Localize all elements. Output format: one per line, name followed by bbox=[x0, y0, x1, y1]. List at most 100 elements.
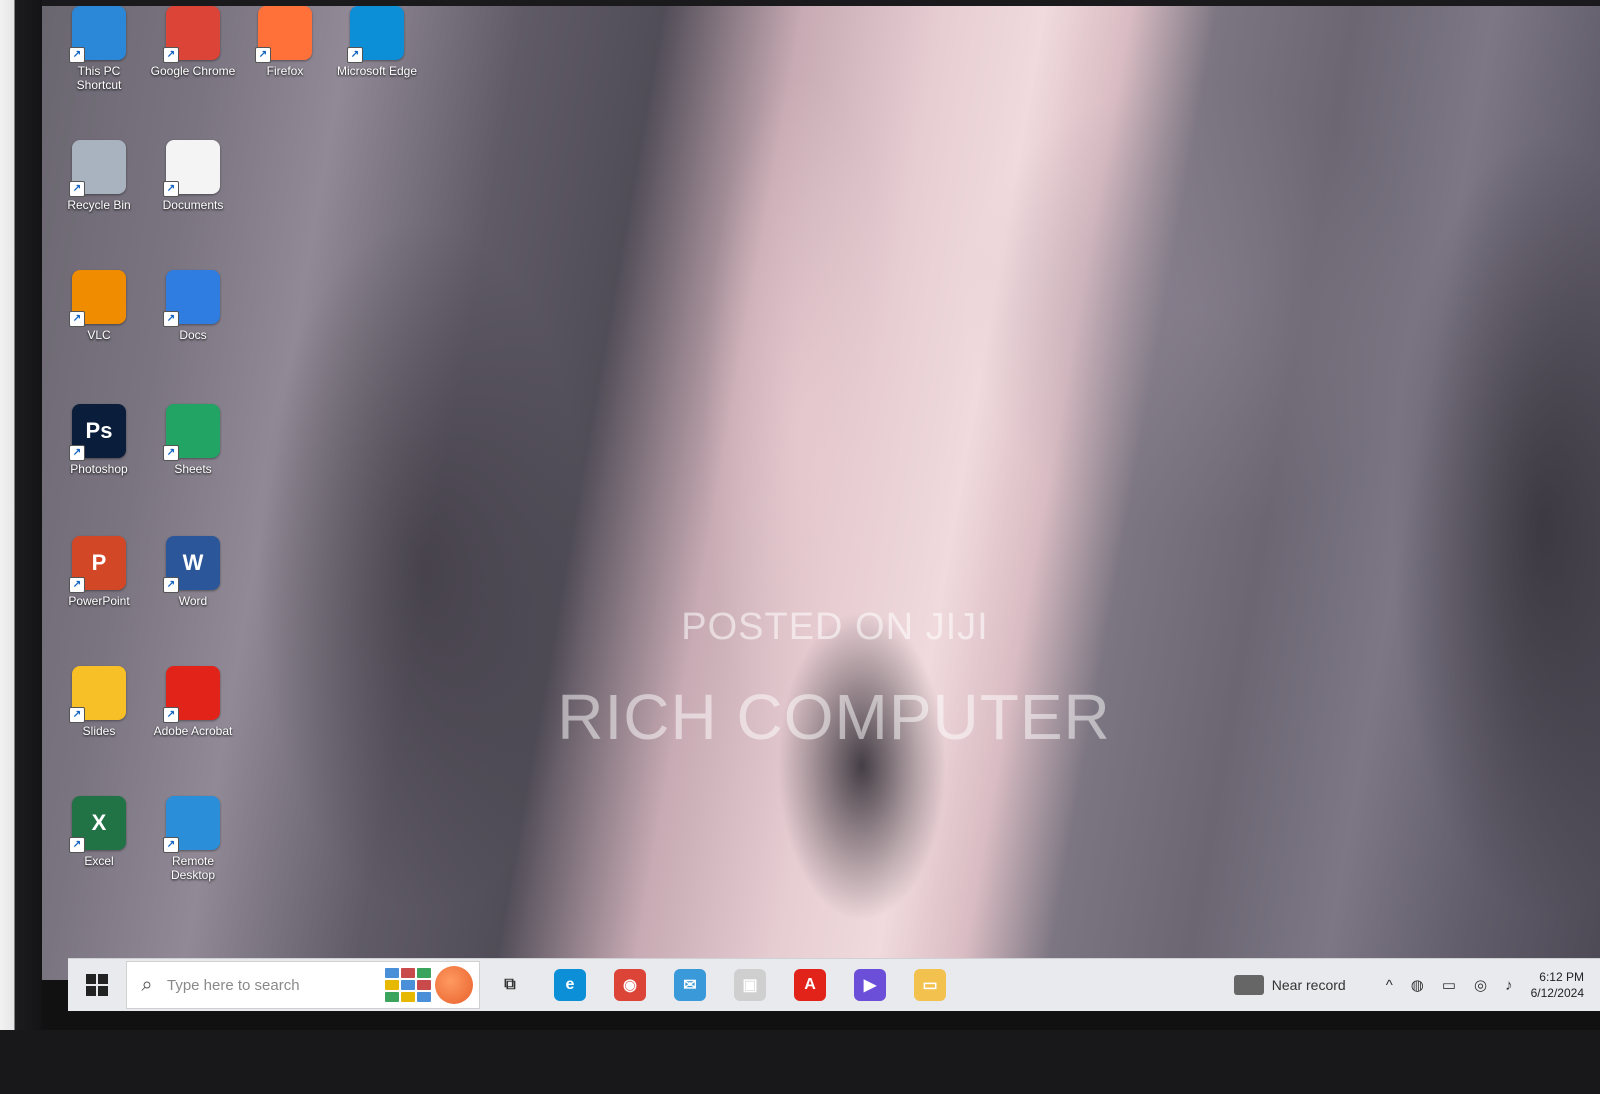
icon-glyph-text: P bbox=[91, 550, 107, 575]
shortcut-arrow-icon: ↗ bbox=[69, 445, 85, 461]
desktop-icon-label: Word bbox=[178, 594, 208, 608]
shortcut-arrow-icon: ↗ bbox=[163, 47, 179, 63]
desktop-icon[interactable]: P ↗ PowerPoint bbox=[56, 536, 142, 654]
desktop-icon[interactable]: ↗ Remote Desktop bbox=[150, 796, 236, 914]
wallpaper-shading bbox=[42, 6, 1600, 980]
edge-icon: e bbox=[554, 969, 586, 1001]
desktop-icon[interactable]: ↗ Microsoft Edge bbox=[334, 6, 420, 124]
desktop-icon[interactable]: ↗ Slides bbox=[56, 666, 142, 784]
taskbar: ⌕ Type here to search ⧉ e ◉ ✉ ▣ A ▶ ▭ Near reco… bbox=[68, 958, 1600, 1011]
taskbar-app-button[interactable]: ◉ bbox=[600, 959, 660, 1011]
icon-glyph-text: X bbox=[91, 810, 107, 835]
desktop-icon[interactable]: W ↗ Word bbox=[150, 536, 236, 654]
search-placeholder: Type here to search bbox=[167, 976, 300, 994]
shortcut-arrow-icon: ↗ bbox=[163, 707, 179, 723]
desktop-icon[interactable]: ↗ Recycle Bin bbox=[56, 140, 142, 258]
shortcut-arrow-icon: ↗ bbox=[255, 47, 271, 63]
monitor-bezel-left bbox=[0, 0, 42, 1094]
acrobat-icon: A bbox=[794, 969, 826, 1001]
desktop-icon[interactable]: ↗ Documents bbox=[150, 140, 236, 258]
shortcut-arrow-icon: ↗ bbox=[163, 577, 179, 593]
desktop-icon[interactable]: ↗ Firefox bbox=[242, 6, 328, 124]
weather-widget[interactable]: Near record bbox=[1233, 975, 1346, 995]
desktop-icon[interactable]: Ps ↗ Photoshop bbox=[56, 404, 142, 522]
desktop-icon-label: Microsoft Edge bbox=[336, 64, 418, 78]
tray-battery-icon[interactable]: ▭ bbox=[1442, 976, 1456, 994]
acrobat-icon: ↗ bbox=[163, 666, 220, 723]
edge-icon: ↗ bbox=[347, 6, 404, 63]
monitor-bezel-bottom bbox=[0, 1030, 1600, 1094]
desktop-icon[interactable]: ↗ Google Chrome bbox=[150, 6, 236, 124]
desktop-icon-label: Recycle Bin bbox=[67, 198, 131, 212]
desktop[interactable]: ↗ This PC Shortcut ↗ Google Chrome ↗ Firefox ↗… bbox=[42, 6, 1600, 980]
taskbar-app-button[interactable]: ▶ bbox=[840, 959, 900, 1011]
chrome-icon: ◉ bbox=[614, 969, 646, 1001]
desktop-icon[interactable]: ↗ Sheets bbox=[150, 404, 236, 522]
desktop-icon-label: PowerPoint bbox=[68, 594, 130, 608]
desktop-icon[interactable]: ↗ Docs bbox=[150, 270, 236, 388]
photoshop-icon: Ps ↗ bbox=[69, 404, 126, 461]
shortcut-arrow-icon: ↗ bbox=[163, 445, 179, 461]
desktop-icon-label: Firefox bbox=[266, 64, 304, 78]
watermark-posted-on: POSTED ON JIJI bbox=[681, 606, 989, 648]
icon-glyph-text: W bbox=[182, 550, 204, 575]
clock-time: 6:12 PM bbox=[1539, 970, 1584, 984]
taskbar-app-button[interactable]: e bbox=[540, 959, 600, 1011]
icon-glyph-text: Ps bbox=[85, 418, 113, 443]
shortcut-arrow-icon: ↗ bbox=[163, 181, 179, 197]
taskbar-app-button[interactable]: ⧉ bbox=[480, 959, 540, 1011]
shortcut-arrow-icon: ↗ bbox=[69, 311, 85, 327]
desktop-icon-label: Documents bbox=[162, 198, 224, 212]
tray-chevron-icon[interactable]: ^ bbox=[1386, 977, 1393, 994]
taskbar-app-button[interactable]: ▣ bbox=[720, 959, 780, 1011]
excel-icon: X ↗ bbox=[69, 796, 126, 853]
clock-date: 6/12/2024 bbox=[1530, 986, 1584, 1000]
mail-icon: ✉ bbox=[674, 969, 706, 1001]
taskbar-app-button[interactable]: A bbox=[780, 959, 840, 1011]
taskbar-app-button[interactable]: ▭ bbox=[900, 959, 960, 1011]
chrome-icon: ↗ bbox=[163, 6, 220, 63]
system-tray: Near record ^ ◍ ▭ ◎ ♪ 6:12 PM 6/12/2024 bbox=[1233, 959, 1600, 1011]
shortcut-arrow-icon: ↗ bbox=[69, 577, 85, 593]
search-highlight-sun-icon bbox=[435, 966, 473, 1004]
shortcut-arrow-icon: ↗ bbox=[69, 707, 85, 723]
clock[interactable]: 6:12 PM 6/12/2024 bbox=[1531, 969, 1584, 1001]
word-icon: W ↗ bbox=[163, 536, 220, 593]
taskbar-apps: ⧉ e ◉ ✉ ▣ A ▶ ▭ bbox=[480, 959, 960, 1011]
desktop-icon-label: VLC bbox=[87, 328, 111, 342]
media-player-icon: ▶ bbox=[854, 969, 886, 1001]
shortcut-arrow-icon: ↗ bbox=[69, 47, 85, 63]
recycle-bin-icon: ↗ bbox=[69, 140, 126, 197]
tray-onedrive-icon[interactable]: ◍ bbox=[1411, 976, 1424, 994]
windows-logo-icon bbox=[86, 974, 108, 996]
desktop-icon-label: Photoshop bbox=[70, 462, 128, 476]
search-icon: ⌕ bbox=[141, 973, 153, 996]
shortcut-arrow-icon: ↗ bbox=[163, 837, 179, 853]
taskbar-app-button[interactable]: ✉ bbox=[660, 959, 720, 1011]
desktop-icon[interactable]: ↗ Adobe Acrobat bbox=[150, 666, 236, 784]
file-explorer-icon: ▭ bbox=[914, 969, 946, 1001]
monitor-icon: ↗ bbox=[69, 6, 126, 63]
firefox-icon: ↗ bbox=[255, 6, 312, 63]
vlc-icon: ↗ bbox=[69, 270, 126, 327]
desktop-icon[interactable]: ↗ VLC bbox=[56, 270, 142, 388]
tray-volume-icon[interactable]: ♪ bbox=[1505, 977, 1513, 994]
search-box[interactable]: ⌕ Type here to search bbox=[126, 961, 480, 1009]
sheets-icon: ↗ bbox=[163, 404, 220, 461]
search-highlight-icon bbox=[385, 968, 431, 1002]
shortcut-arrow-icon: ↗ bbox=[163, 311, 179, 327]
desktop-icon-label: Sheets bbox=[174, 462, 212, 476]
desktop-icon[interactable]: ↗ This PC Shortcut bbox=[56, 6, 142, 124]
desktop-icon-label: Remote Desktop bbox=[170, 854, 216, 882]
desktop-icon-label: Adobe Acrobat bbox=[153, 724, 233, 738]
start-button[interactable] bbox=[68, 959, 126, 1011]
document-icon: ↗ bbox=[163, 140, 220, 197]
weather-icon bbox=[1233, 975, 1264, 995]
desktop-icon-label: Docs bbox=[179, 328, 207, 342]
slides-icon: ↗ bbox=[69, 666, 126, 723]
tray-network-icon[interactable]: ◎ bbox=[1474, 976, 1487, 994]
shortcut-arrow-icon: ↗ bbox=[347, 47, 363, 63]
docs-icon: ↗ bbox=[163, 270, 220, 327]
desktop-icon-label: This PC Shortcut bbox=[76, 64, 122, 92]
desktop-icon[interactable]: X ↗ Excel bbox=[56, 796, 142, 914]
